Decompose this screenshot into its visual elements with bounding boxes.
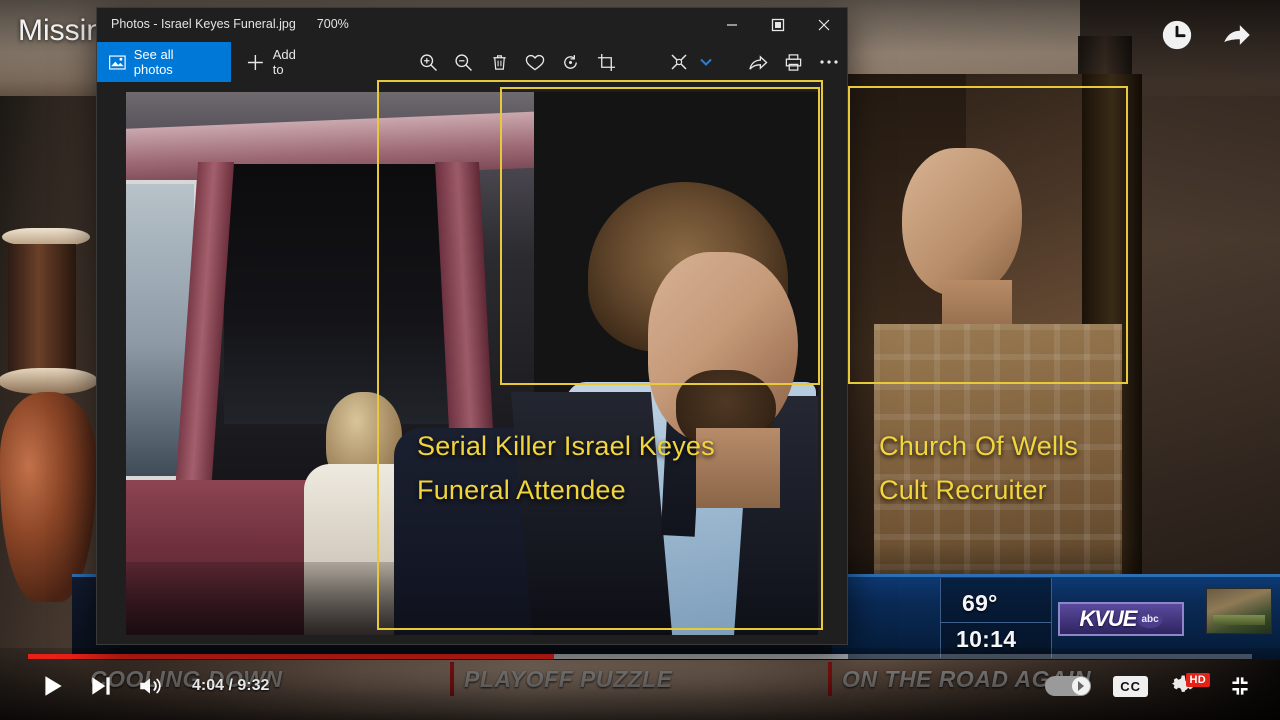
kvue-station-logo: KVUE abc xyxy=(1058,602,1184,636)
time-display: 4:04 / 9:32 xyxy=(192,677,270,694)
zoom-level-label: 700% xyxy=(316,17,349,31)
maximize-button[interactable] xyxy=(755,8,801,42)
zoom-out-icon[interactable] xyxy=(446,44,482,80)
exit-fullscreen-icon[interactable] xyxy=(1226,673,1254,699)
see-all-photos-button[interactable]: See all photos xyxy=(97,42,232,82)
window-titlebar[interactable]: Photos - Israel Keyes Funeral.jpg 700% xyxy=(97,8,847,42)
photos-toolbar: See all photos Add to xyxy=(97,42,847,82)
lamp-plate xyxy=(0,368,98,394)
weather-temperature: 69° xyxy=(962,590,998,616)
settings-button[interactable]: HD xyxy=(1170,672,1210,700)
chevron-down-icon[interactable] xyxy=(697,58,715,66)
next-video-button[interactable] xyxy=(88,673,114,699)
favorite-icon[interactable] xyxy=(517,44,553,80)
hd-quality-badge: HD xyxy=(1185,673,1210,687)
volume-icon[interactable] xyxy=(136,673,164,699)
window-title-filename: Photos - Israel Keyes Funeral.jpg xyxy=(111,17,296,31)
attendee-head xyxy=(588,182,800,508)
photo-collection-icon xyxy=(109,54,126,70)
photo-canvas[interactable] xyxy=(97,82,847,644)
close-button[interactable] xyxy=(801,8,847,42)
plus-icon xyxy=(247,54,263,70)
video-title: Missin xyxy=(18,14,104,47)
add-to-button[interactable]: Add to xyxy=(233,42,326,82)
lamp-base xyxy=(0,392,96,602)
minimize-button[interactable] xyxy=(709,8,755,42)
recruiter-face xyxy=(902,148,1022,296)
crop-icon[interactable] xyxy=(588,44,624,80)
edit-creative-icon[interactable] xyxy=(661,44,697,80)
window-buttons xyxy=(709,8,847,42)
autoplay-toggle[interactable] xyxy=(1045,676,1092,696)
screen-root: 69° 10:14 KVUE abc Missin COOLING DOWN P… xyxy=(0,0,1280,720)
video-suggestion-thumbnail[interactable] xyxy=(1206,588,1272,634)
see-all-photos-label: See all photos xyxy=(133,47,174,77)
van-rear-window xyxy=(224,164,454,424)
photos-app-window[interactable]: Photos - Israel Keyes Funeral.jpg 700% S… xyxy=(97,8,847,644)
watch-later-icon[interactable] xyxy=(1160,18,1194,52)
video-top-actions xyxy=(1160,18,1254,52)
share-icon[interactable] xyxy=(1220,18,1254,52)
share-icon[interactable] xyxy=(740,44,776,80)
progress-bar[interactable] xyxy=(28,654,1252,659)
abc-network-mark: abc xyxy=(1137,610,1163,628)
add-to-label: Add to xyxy=(272,47,296,77)
player-right-controls: CC HD xyxy=(1045,672,1254,700)
lamp-column xyxy=(8,244,76,372)
annotation-label-right: Church Of Wells Cult Recruiter xyxy=(879,431,1079,505)
player-left-controls: 4:04 / 9:32 xyxy=(40,672,269,700)
recruiter-video-scene xyxy=(846,74,1142,630)
photo-image xyxy=(126,92,818,635)
kvue-wordmark: KVUE xyxy=(1079,606,1137,631)
window-title: Photos - Israel Keyes Funeral.jpg 700% xyxy=(111,17,349,31)
captions-button[interactable]: CC xyxy=(1113,675,1148,697)
more-options-icon[interactable] xyxy=(811,44,847,80)
delete-icon[interactable] xyxy=(482,44,518,80)
rotate-icon[interactable] xyxy=(553,44,589,80)
video-player-controls: 4:04 / 9:32 CC HD xyxy=(0,648,1280,720)
print-icon[interactable] xyxy=(776,44,812,80)
weather-divider xyxy=(940,622,1052,623)
autoplay-knob xyxy=(1072,677,1091,695)
progress-played xyxy=(28,654,555,659)
zoom-in-icon[interactable] xyxy=(411,44,447,80)
annotation-label-left: Serial Killer Israel Keyes Funeral Atten… xyxy=(417,431,715,505)
play-button[interactable] xyxy=(40,672,66,700)
